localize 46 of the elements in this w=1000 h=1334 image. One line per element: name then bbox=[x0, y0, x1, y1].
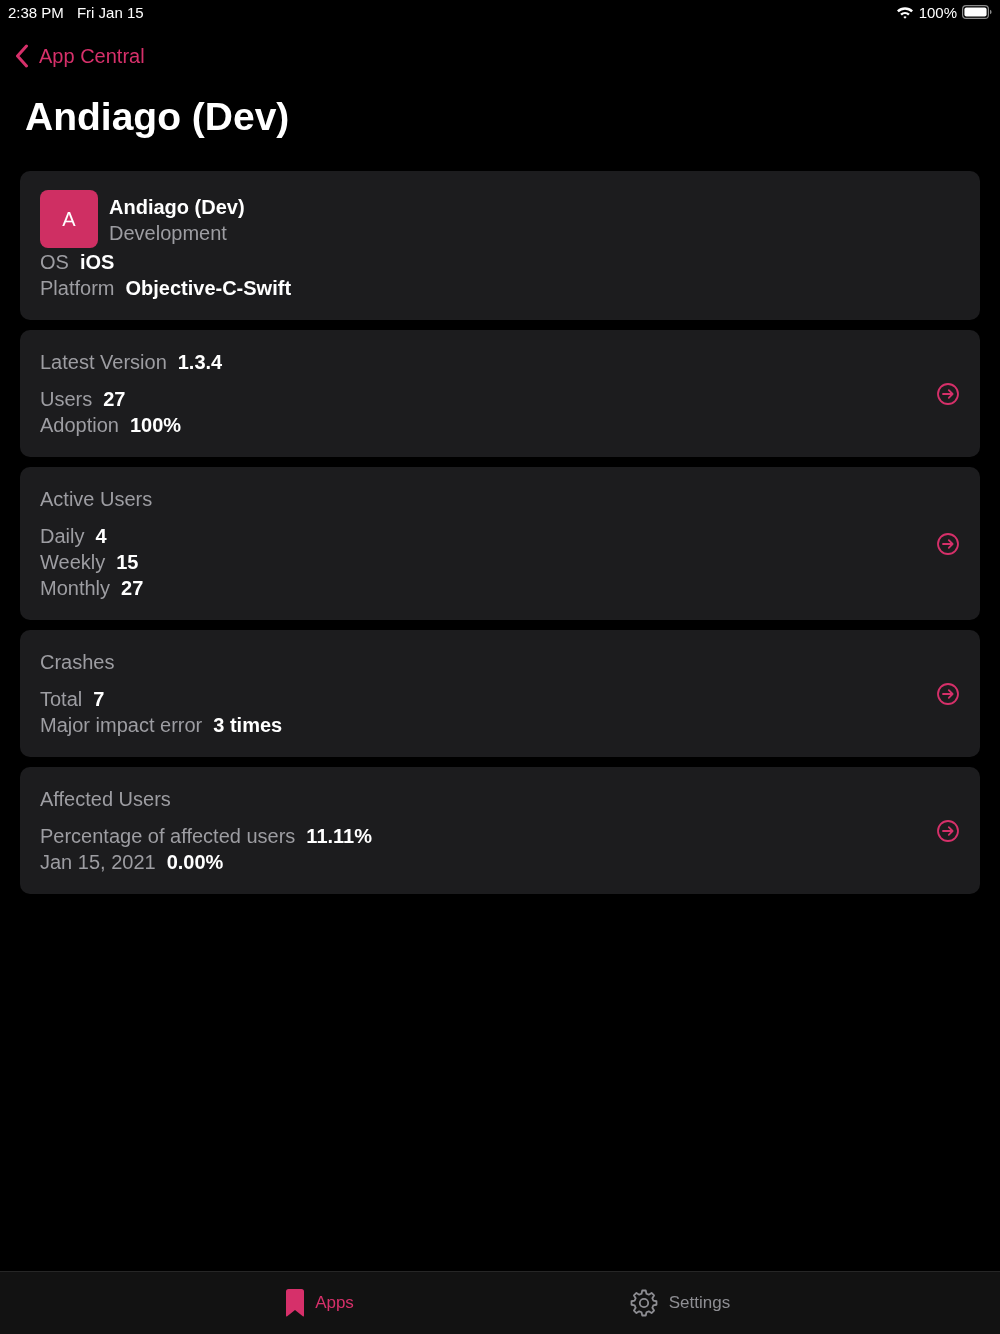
arrow-circle-icon[interactable] bbox=[937, 819, 959, 842]
field-value: iOS bbox=[79, 250, 115, 275]
tab-button[interactable]: Settings bbox=[500, 1272, 860, 1334]
stat-label: Percentage of affected users bbox=[40, 824, 296, 849]
bookmark-icon bbox=[286, 1289, 305, 1317]
stat-label: Monthly bbox=[40, 576, 111, 601]
arrow-circle-icon[interactable] bbox=[937, 682, 959, 705]
field-value: Objective-C-Swift bbox=[125, 276, 292, 301]
battery-icon bbox=[962, 5, 992, 19]
stat-label: Major impact error bbox=[40, 713, 203, 738]
battery-percent: 100% bbox=[918, 3, 957, 21]
section-heading: Latest Version bbox=[40, 350, 167, 375]
field-label: OS bbox=[40, 250, 69, 275]
stat-label: Daily bbox=[40, 524, 85, 549]
heading-value: 1.3.4 bbox=[177, 350, 223, 375]
section-heading: Active Users bbox=[40, 487, 153, 512]
stat-value: 100% bbox=[129, 413, 182, 438]
stat-value: 4 bbox=[95, 524, 107, 549]
wifi-icon bbox=[895, 5, 914, 19]
status-time: 2:38 PM bbox=[8, 3, 64, 21]
section-heading: Crashes bbox=[40, 650, 115, 675]
app-letter-avatar: A bbox=[40, 190, 98, 248]
stat-value: 15 bbox=[116, 550, 139, 575]
settings-icon bbox=[629, 1289, 658, 1317]
arrow-circle-icon[interactable] bbox=[937, 382, 959, 405]
app-name: Andiago (Dev) bbox=[109, 195, 245, 220]
field-label: Platform bbox=[40, 276, 115, 301]
stat-value: 11.11% bbox=[306, 824, 372, 849]
app-subtitle: Development bbox=[109, 221, 228, 246]
section-heading: Affected Users bbox=[40, 787, 171, 812]
stat-label: Users bbox=[40, 387, 93, 412]
stat-value: 3 times bbox=[213, 713, 283, 738]
page-title: Andiago (Dev) bbox=[25, 94, 290, 140]
stat-value: 27 bbox=[121, 576, 144, 601]
stat-label: Jan 15, 2021 bbox=[40, 850, 156, 875]
stat-value: 7 bbox=[93, 687, 105, 712]
stat-label: Total bbox=[40, 687, 83, 712]
stat-value: 27 bbox=[103, 387, 126, 412]
status-date: Fri Jan 15 bbox=[76, 3, 144, 21]
arrow-circle-icon[interactable] bbox=[937, 532, 959, 555]
tab-button[interactable]: Apps bbox=[140, 1272, 500, 1334]
stat-value: 0.00% bbox=[166, 850, 224, 875]
chevron-left-icon bbox=[15, 44, 29, 68]
stat-label: Weekly bbox=[40, 550, 106, 575]
back-button[interactable]: App Central bbox=[15, 44, 145, 68]
stat-label: Adoption bbox=[40, 413, 119, 438]
